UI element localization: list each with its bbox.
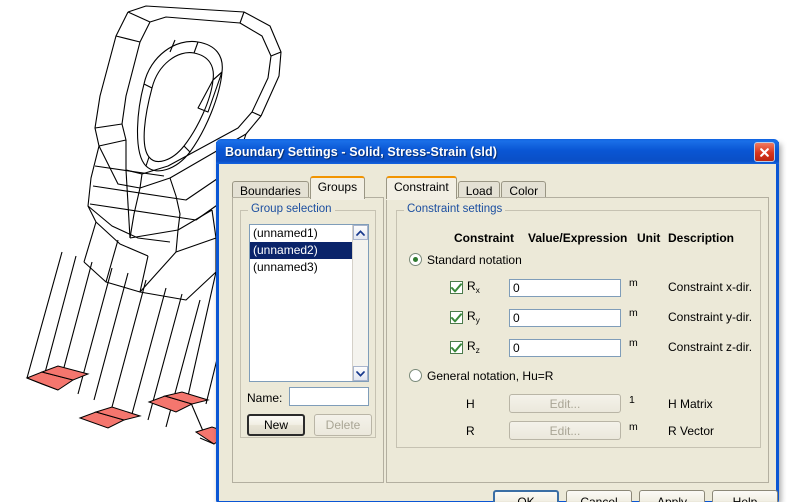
column-header-value: Value/Expression <box>528 231 628 245</box>
unit-ry: m <box>629 307 638 319</box>
new-button[interactable]: New <box>247 414 305 436</box>
unit-h: 1 <box>629 394 635 406</box>
boundary-settings-dialog: Boundary Settings - Solid, Stress-Strain… <box>216 139 779 502</box>
tab-constraint[interactable]: Constraint <box>386 176 457 199</box>
close-button[interactable] <box>754 142 775 162</box>
label-rz: Rz <box>467 339 480 355</box>
input-rz-value[interactable] <box>509 339 621 357</box>
name-label: Name: <box>247 391 283 405</box>
unit-rx: m <box>629 277 638 289</box>
help-button[interactable]: Help <box>712 490 778 502</box>
description-r: R Vector <box>668 424 715 438</box>
chevron-down-icon <box>356 370 365 377</box>
checkbox-rx[interactable] <box>450 281 463 294</box>
chevron-up-icon <box>356 229 365 236</box>
column-header-description: Description <box>668 231 735 245</box>
list-item[interactable]: (unnamed2) <box>250 242 368 259</box>
right-tabstrip: Constraint Load Color <box>386 176 547 201</box>
dialog-titlebar[interactable]: Boundary Settings - Solid, Stress-Strain… <box>216 139 779 164</box>
edit-r-button: Edit... <box>509 421 621 440</box>
description-rx: Constraint x-dir. <box>668 280 753 294</box>
group-list[interactable]: (unnamed1) (unnamed2) (unnamed3) <box>249 224 369 382</box>
delete-button: Delete <box>314 414 372 436</box>
check-icon <box>451 312 462 322</box>
check-icon <box>451 342 462 352</box>
edit-h-button: Edit... <box>509 394 621 413</box>
unit-rz: m <box>629 337 638 349</box>
unit-r: m <box>629 421 638 433</box>
close-icon <box>760 147 769 157</box>
radio-general-notation[interactable] <box>409 369 422 382</box>
list-item[interactable]: (unnamed3) <box>250 259 368 276</box>
radio-dot-icon <box>413 257 418 262</box>
cancel-button[interactable]: Cancel <box>566 490 632 502</box>
constraint-panel: Constraint settings Constraint Value/Exp… <box>386 197 769 483</box>
label-rx: Rx <box>467 279 480 295</box>
constraint-settings-fieldset: Constraint settings Constraint Value/Exp… <box>396 203 761 448</box>
column-header-constraint: Constraint <box>454 231 514 245</box>
group-selection-legend: Group selection <box>248 203 335 215</box>
description-ry: Constraint y-dir. <box>668 310 753 324</box>
left-tabstrip: Boundaries Groups <box>232 176 366 201</box>
group-selection-fieldset: Group selection (unnamed1) (unnamed2) (u… <box>240 203 376 438</box>
column-header-unit: Unit <box>637 231 661 245</box>
name-input[interactable] <box>289 387 369 406</box>
dialog-body: Boundaries Groups Group selection (unnam… <box>219 164 778 502</box>
description-h: H Matrix <box>668 397 713 411</box>
apply-button[interactable]: Apply <box>639 490 705 502</box>
list-item[interactable]: (unnamed1) <box>250 225 368 242</box>
general-notation-label: General notation, Hu=R <box>427 369 554 383</box>
description-rz: Constraint z-dir. <box>668 340 753 354</box>
radio-standard-notation[interactable] <box>409 253 422 266</box>
checkbox-ry[interactable] <box>450 311 463 324</box>
list-scrollbar[interactable] <box>352 225 368 381</box>
standard-notation-label: Standard notation <box>427 253 522 267</box>
ok-button[interactable]: OK <box>493 490 559 502</box>
input-ry-value[interactable] <box>509 309 621 327</box>
checkbox-rz[interactable] <box>450 341 463 354</box>
screen: Boundary Settings - Solid, Stress-Strain… <box>0 0 787 502</box>
constraint-settings-legend: Constraint settings <box>404 203 506 215</box>
check-icon <box>451 282 462 292</box>
groups-panel: Group selection (unnamed1) (unnamed2) (u… <box>232 197 384 483</box>
input-rx-value[interactable] <box>509 279 621 297</box>
scroll-up-button[interactable] <box>353 225 368 240</box>
tab-groups[interactable]: Groups <box>309 176 366 199</box>
scroll-down-button[interactable] <box>353 366 368 381</box>
label-h: H <box>466 397 475 411</box>
label-r: R <box>466 424 475 438</box>
label-ry: Ry <box>467 309 480 325</box>
dialog-title: Boundary Settings - Solid, Stress-Strain… <box>225 144 497 159</box>
